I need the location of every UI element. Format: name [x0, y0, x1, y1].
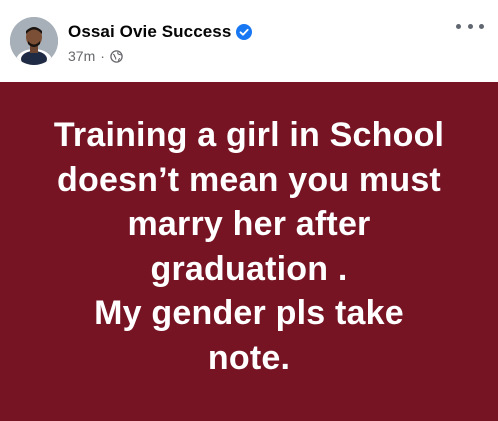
facebook-post: Ossai Ovie Success 37m · Training a girl…: [0, 0, 498, 421]
post-timestamp[interactable]: 37m: [68, 48, 95, 64]
more-dot: [456, 23, 461, 29]
post-body-text: Training a girl in School doesn’t mean y…: [53, 116, 445, 377]
globe-icon[interactable]: [110, 49, 123, 63]
more-dot: [467, 23, 473, 29]
post-background-panel: Training a girl in School doesn’t mean y…: [0, 82, 498, 421]
more-dot: [479, 23, 484, 29]
more-options-icon[interactable]: [456, 18, 484, 34]
meta-separator: ·: [100, 48, 105, 64]
verified-badge-icon: [236, 24, 253, 40]
author-avatar[interactable]: [10, 17, 58, 65]
avatar-image: [10, 17, 58, 65]
author-block: Ossai Ovie Success 37m ·: [68, 20, 253, 65]
post-header: Ossai Ovie Success 37m ·: [0, 0, 498, 82]
author-name[interactable]: Ossai Ovie Success: [68, 22, 231, 42]
post-meta: 37m ·: [68, 47, 252, 65]
author-row: Ossai Ovie Success: [68, 20, 253, 44]
